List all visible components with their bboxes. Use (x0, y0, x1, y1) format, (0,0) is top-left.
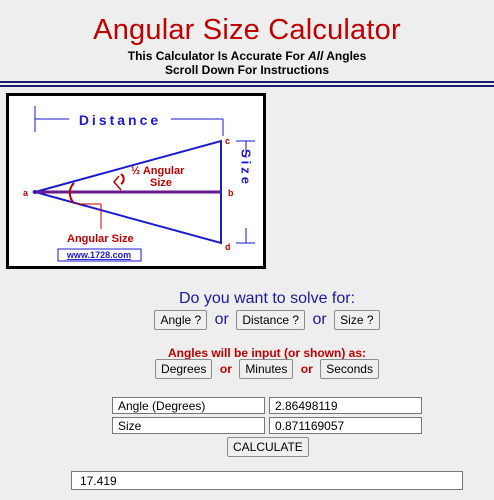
or-text-2: or (312, 311, 327, 328)
subtitle-line-2: Scroll Down For Instructions (164, 63, 329, 77)
point-a-label: a (23, 188, 29, 198)
minutes-button[interactable]: Minutes (239, 359, 294, 379)
point-b-label: b (228, 188, 234, 198)
or-text-4: or (300, 362, 313, 376)
vertical-size-label: Size (239, 149, 254, 187)
angular-size-diagram: Distance a b c d Size ½ Angular Size Ang… (6, 93, 266, 269)
degrees-button[interactable]: Degrees (155, 359, 213, 379)
seconds-button[interactable]: Seconds (320, 359, 379, 379)
header-divider-bottom (0, 85, 494, 87)
header-subtitle: This Calculator Is Accurate For All Angl… (0, 49, 494, 77)
half-angular-label: ½ Angular (131, 165, 185, 177)
page-title: Angular Size Calculator (93, 14, 401, 46)
subtitle-emphasis: All (308, 49, 324, 63)
watermark-label: www.1728.com (66, 250, 131, 260)
solve-distance-button[interactable]: Distance ? (236, 310, 306, 330)
header-divider-top (0, 81, 494, 83)
calculate-button[interactable]: CALCULATE (227, 437, 309, 457)
result-output: 17.419 (71, 471, 463, 490)
angle-units-row: Degrees or Minutes or Seconds (0, 359, 494, 379)
angle-value-input[interactable]: 2.86498119 (269, 397, 422, 414)
solve-size-button[interactable]: Size ? (334, 310, 380, 330)
diagram-graphic: Distance a b c d Size ½ Angular Size Ang… (23, 106, 255, 262)
field2-label-box: Size (112, 417, 265, 434)
field1-label-box: Angle (Degrees) (112, 397, 265, 414)
solve-angle-button[interactable]: Angle ? (154, 310, 208, 330)
or-text-1: or (214, 311, 229, 328)
solve-question: Do you want to solve for: (178, 290, 356, 307)
distance-label: Distance (79, 112, 161, 128)
subtitle-line-1: This Calculator Is Accurate For All Angl… (127, 49, 367, 63)
or-text-3: or (219, 362, 232, 376)
solve-button-row: Angle ? or Distance ? or Size ? (0, 310, 494, 330)
half-angular-size-label: Size (150, 177, 172, 189)
size-value-input[interactable]: 0.871169057 (269, 417, 422, 434)
point-c-label: c (225, 136, 230, 146)
angle-units-note: Angles will be input (or shown) as: (167, 346, 366, 360)
angular-size-label: Angular Size (67, 233, 134, 245)
point-d-label: d (225, 242, 231, 252)
